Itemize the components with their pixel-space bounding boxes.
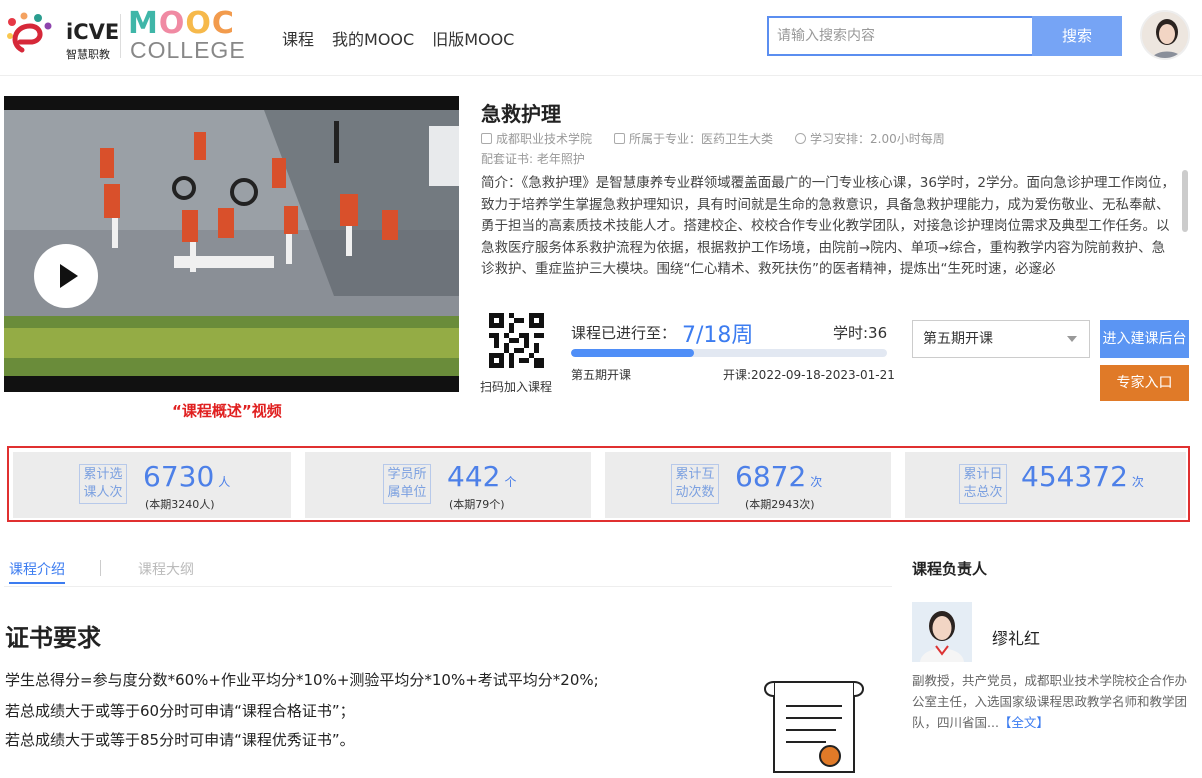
qr-label: 扫码加入课程 bbox=[480, 380, 553, 394]
progress-value: 7/18周 bbox=[682, 323, 754, 348]
owner-name: 缪礼红 bbox=[992, 629, 1041, 648]
stat-unit: 个 bbox=[504, 475, 517, 489]
stat-number: 454372 次 bbox=[1021, 460, 1144, 493]
search-input[interactable]: 请输入搜索内容 bbox=[767, 16, 1032, 56]
enter-backend-button[interactable]: 进入建课后台 bbox=[1100, 320, 1189, 358]
user-avatar-icon bbox=[1142, 12, 1188, 58]
full-text-link[interactable]: 【全文】 bbox=[999, 715, 1049, 730]
progress-label: 课程已进行至： bbox=[571, 324, 677, 342]
play-button[interactable] bbox=[34, 244, 98, 308]
stat-label: 累计日志总次 bbox=[959, 464, 1007, 504]
stat-label: 累计选课人次 bbox=[79, 464, 127, 504]
stat-value: 454372 bbox=[1021, 460, 1128, 493]
college-logo-text: COLLEGE bbox=[130, 37, 246, 63]
nav-item-courses[interactable]: 课程 bbox=[282, 26, 314, 50]
certificate-rule: 若总成绩大于或等于85分时可申请“课程优秀证书”。 bbox=[5, 731, 355, 749]
term-dates: 开课:2022-09-18-2023-01-21 bbox=[723, 368, 895, 382]
qr-code bbox=[489, 313, 544, 368]
main-nav: 课程 我的MOOC 旧版MOOC bbox=[282, 26, 514, 50]
course-hours: 学时:36 bbox=[833, 324, 888, 342]
course-title: 急救护理 bbox=[481, 102, 561, 126]
owner-avatar-icon bbox=[912, 602, 972, 662]
stat-label: 学员所属单位 bbox=[383, 464, 431, 504]
chevron-down-icon bbox=[1067, 336, 1077, 342]
qr-code-icon bbox=[489, 313, 544, 368]
certificate-rule: 若总成绩大于或等于60分时可申请“课程合格证书”； bbox=[5, 702, 355, 720]
term-select[interactable]: 第五期开课 bbox=[912, 320, 1090, 358]
user-avatar[interactable] bbox=[1140, 10, 1190, 60]
course-meta: 成都职业技术学院 所属于专业：医药卫生大类 学习安排：2.00小时每周 bbox=[481, 130, 945, 147]
course-owner-title: 课程负责人 bbox=[912, 560, 988, 578]
term-label: 第五期开课 bbox=[571, 368, 632, 382]
icve-logo-subtext: 智慧职教 bbox=[66, 48, 110, 61]
search-button[interactable]: 搜索 bbox=[1032, 16, 1122, 56]
stat-number: 442 个 bbox=[447, 460, 516, 493]
stat-label: 累计互动次数 bbox=[671, 464, 719, 504]
schedule-text: 学习安排：2.00小时每周 bbox=[810, 132, 945, 146]
progress-bar bbox=[571, 349, 887, 357]
tab-course-intro[interactable]: 课程介绍 bbox=[9, 559, 65, 579]
certificate-rule: 学生总得分=参与度分数*60%+作业平均分*10%+测验平均分*10%+考试平均… bbox=[5, 671, 599, 689]
progress-bar-fill bbox=[571, 349, 694, 357]
certificate-meta: 配套证书: 老年照护 bbox=[481, 152, 585, 166]
certificate-section-title: 证书要求 bbox=[5, 624, 101, 652]
stat-card: 累计选课人次 6730 人 (本期3240人) bbox=[13, 452, 291, 518]
video-caption: “课程概述”视频 bbox=[172, 402, 282, 420]
stat-value: 6730 bbox=[143, 460, 215, 493]
header: iCVE 智慧职教 MOOC COLLEGE 课程 我的MOOC 旧版MOOC … bbox=[0, 0, 1202, 76]
stat-unit: 次 bbox=[810, 475, 823, 489]
stat-subtext: (本期3240人) bbox=[145, 498, 215, 511]
active-tab-underline bbox=[9, 582, 65, 584]
term-select-value: 第五期开课 bbox=[923, 331, 993, 347]
school-icon bbox=[481, 133, 492, 144]
owner-description-text: 副教授，共产党员，成都职业技术学院校企合作办公室主任，入选国家级课程思政教学名师… bbox=[912, 673, 1188, 730]
stat-card: 学员所属单位 442 个 (本期79个) bbox=[305, 452, 591, 518]
stat-value: 442 bbox=[447, 460, 501, 493]
stats-panel: 累计选课人次 6730 人 (本期3240人) 学员所属单位 442 个 (本期79… bbox=[7, 446, 1190, 522]
course-intro: 简介：《急救护理》是智慧康养专业群领域覆盖面最广的一门专业核心课，36学时，2学… bbox=[481, 175, 1176, 278]
stat-subtext: (本期2943次) bbox=[745, 498, 815, 511]
book-icon bbox=[614, 133, 626, 144]
school-name: 成都职业技术学院 bbox=[496, 132, 593, 146]
tab-course-outline[interactable]: 课程大纲 bbox=[138, 559, 194, 579]
stat-card: 累计日志总次 454372 次 bbox=[905, 452, 1186, 518]
schedule-meta: 学习安排：2.00小时每周 bbox=[795, 130, 945, 147]
stat-number: 6872 次 bbox=[735, 460, 822, 493]
tabs-divider bbox=[4, 586, 892, 587]
school-meta: 成都职业技术学院 bbox=[481, 130, 592, 147]
owner-avatar bbox=[912, 602, 972, 662]
nav-item-old-mooc[interactable]: 旧版MOOC bbox=[432, 26, 514, 50]
stat-subtext: (本期79个) bbox=[449, 498, 505, 511]
stat-card: 累计互动次数 6872 次 (本期2943次) bbox=[605, 452, 891, 518]
major-meta: 所属于专业：医药卫生大类 bbox=[614, 130, 773, 147]
clock-icon bbox=[795, 133, 807, 144]
stat-unit: 人 bbox=[218, 475, 231, 489]
intro-scrollbar[interactable] bbox=[1182, 170, 1188, 232]
mooc-college-logo[interactable]: MOOC COLLEGE bbox=[128, 8, 254, 64]
certificate-scroll-icon bbox=[764, 681, 864, 773]
course-video[interactable] bbox=[4, 96, 459, 392]
logo-divider bbox=[120, 14, 121, 58]
mooc-logo-text: MOOC bbox=[128, 6, 235, 41]
expert-entry-button[interactable]: 专家入口 bbox=[1100, 365, 1189, 401]
owner-description: 副教授，共产党员，成都职业技术学院校企合作办公室主任，入选国家级课程思政教学名师… bbox=[912, 670, 1190, 733]
stat-number: 6730 人 bbox=[143, 460, 230, 493]
nav-item-my-mooc[interactable]: 我的MOOC bbox=[332, 26, 414, 50]
icve-logo-text: iCVE bbox=[66, 20, 120, 44]
stat-unit: 次 bbox=[1131, 475, 1144, 489]
icve-logo[interactable]: iCVE 智慧职教 bbox=[4, 10, 120, 62]
stat-value: 6872 bbox=[735, 460, 807, 493]
tab-separator bbox=[100, 560, 101, 576]
major-name: 所属于专业：医药卫生大类 bbox=[629, 132, 774, 146]
